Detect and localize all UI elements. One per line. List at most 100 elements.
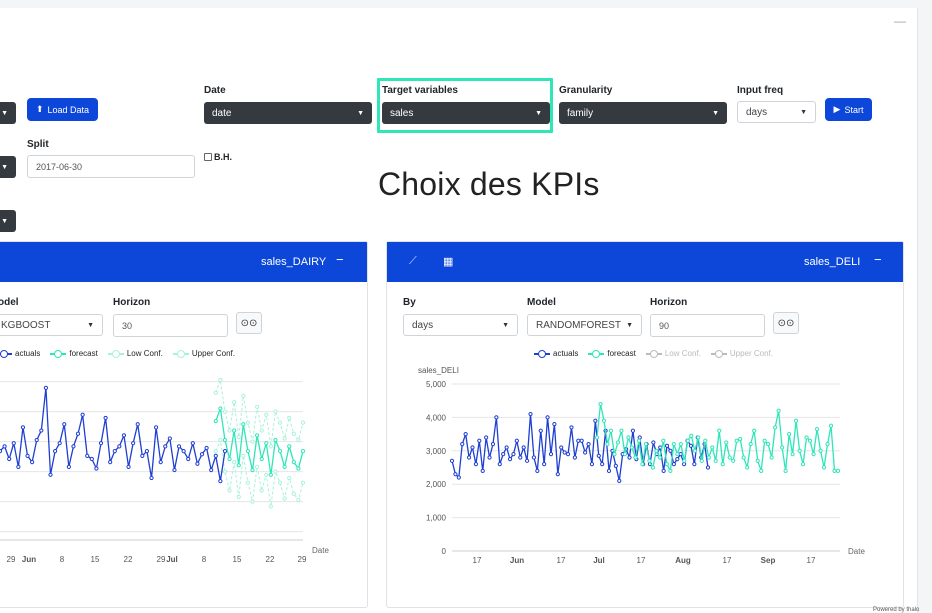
table-icon[interactable]: ▦ [443,255,453,268]
forecast-point [615,440,621,445]
deli-by-label: By [403,297,416,308]
actuals-point [637,435,642,440]
legend-item-forecast[interactable]: forecast [588,349,636,358]
actuals-point [2,444,7,449]
forecast-point [232,428,237,433]
upper-conf-point [268,444,273,449]
secondary-select[interactable]: ▼ [0,156,16,178]
forecast-point [661,438,666,443]
dairy-chart: 29 Jun 8 15 22 29 Jul 8 15 22 29Date [0,377,329,564]
actuals-point [524,458,530,463]
date-select[interactable]: date ▼ [204,102,372,124]
x-tick-label: Sep [761,556,776,565]
dairy-horizon-label: Horizon [113,297,151,308]
dairy-collapse-icon[interactable]: − [336,252,344,267]
actuals-point [463,432,468,437]
low-conf-point [213,449,218,454]
actuals-point [661,468,666,473]
forecast-point [692,448,697,453]
legend-item-actuals[interactable]: actuals [0,349,40,358]
chevron-down-icon: ▼ [357,109,364,117]
actuals-point [477,438,482,443]
actuals-point [688,443,694,448]
deli-model-select[interactable]: RANDOMFOREST ▼ [527,314,642,336]
actuals-point [7,456,12,462]
binoculars-icon[interactable]: ⊙⊙ [773,312,799,334]
actuals-point [518,455,523,460]
bh-checkbox[interactable]: B.H. [204,152,232,162]
deli-by-select[interactable]: days ▼ [403,314,518,336]
actuals-point [593,418,598,423]
forecast-point [678,442,683,447]
forecast-point [608,428,614,433]
actuals-point [449,458,455,463]
forecast-point [268,472,273,477]
forecast-point [713,458,718,463]
deli-horizon-label: Horizon [650,297,688,308]
legend-item-upper-conf[interactable]: Upper Conf. [172,349,235,358]
checkbox-box[interactable] [204,153,212,161]
actuals-point [209,467,214,473]
deli-horizon-input[interactable]: 90 [650,314,765,337]
forecast-point [682,458,687,463]
forecast-point [734,438,739,443]
actuals-point [172,467,177,473]
dairy-model-label: odel [0,297,19,308]
legend-item-forecast[interactable]: forecast [50,349,98,358]
dataset-select[interactable]: ▼ [0,102,16,124]
upper-conf-point [245,420,251,425]
granularity-select[interactable]: family ▼ [559,102,727,124]
card-collapse-icon[interactable]: — [894,14,906,28]
legend-item-upper-conf[interactable]: Upper Conf. [710,349,773,358]
upper-conf-point [236,434,241,439]
upload-icon: ⬆ [35,104,44,114]
forecast-point [766,442,771,447]
start-button[interactable]: ▶ Start [825,98,872,121]
x-tick-label: Jun [510,556,524,565]
legend-item-actuals[interactable]: actuals [534,349,578,358]
actuals-point [569,425,574,430]
deli-chart: sales_DELI 5,000 4,000 3,000 2,000 1,000 0 17 Ju… [418,366,865,565]
binoculars-icon[interactable]: ⊙⊙ [236,312,262,334]
tertiary-select[interactable]: ▼ [0,210,16,232]
line-chart-icon[interactable]: ⟋ [409,255,417,268]
x-tick-label: 29 [157,555,166,564]
input-freq-select[interactable]: days ▼ [737,101,816,123]
forecast-point [594,435,600,440]
upper-conf-point [250,439,255,444]
actuals-point [11,441,16,446]
forecast-point [780,445,785,450]
low-conf-point [227,488,232,493]
low-conf-point [232,460,237,465]
forecast-point [807,438,813,443]
upper-conf-point [227,428,232,433]
split-date-input[interactable]: 2017-06-30 [27,155,195,178]
legend-item-low-conf[interactable]: Low Conf. [107,349,163,358]
annotation-title: Choix des KPIs [378,166,600,202]
forecast-point [254,433,260,438]
forecast-point [752,428,757,433]
forecast-point [793,418,799,423]
forecast-point [703,438,708,443]
actuals-point [494,415,499,420]
legend-item-low-conf[interactable]: Low Conf. [645,349,701,358]
actuals-point [559,445,564,450]
forecast-point [227,456,232,462]
forecast-point [282,464,287,470]
highlight-frame [377,78,553,133]
deli-collapse-icon[interactable]: − [874,252,882,267]
forecast-point [296,466,301,471]
x-tick-label: 17 [723,556,732,565]
dairy-horizon-input[interactable]: 30 [113,314,228,337]
forecast-point [264,441,269,446]
dairy-model-select[interactable]: KGBOOST ▼ [0,314,103,336]
load-data-button[interactable]: ⬆ Load Data [27,98,98,121]
forecast-point [814,426,820,432]
actuals-point [555,472,560,477]
forecast-point [671,442,676,447]
forecast-point [790,452,795,457]
actuals-point [589,462,595,467]
upper-conf-point [241,393,246,398]
forecast-point [762,438,767,443]
actuals-point [85,453,90,458]
